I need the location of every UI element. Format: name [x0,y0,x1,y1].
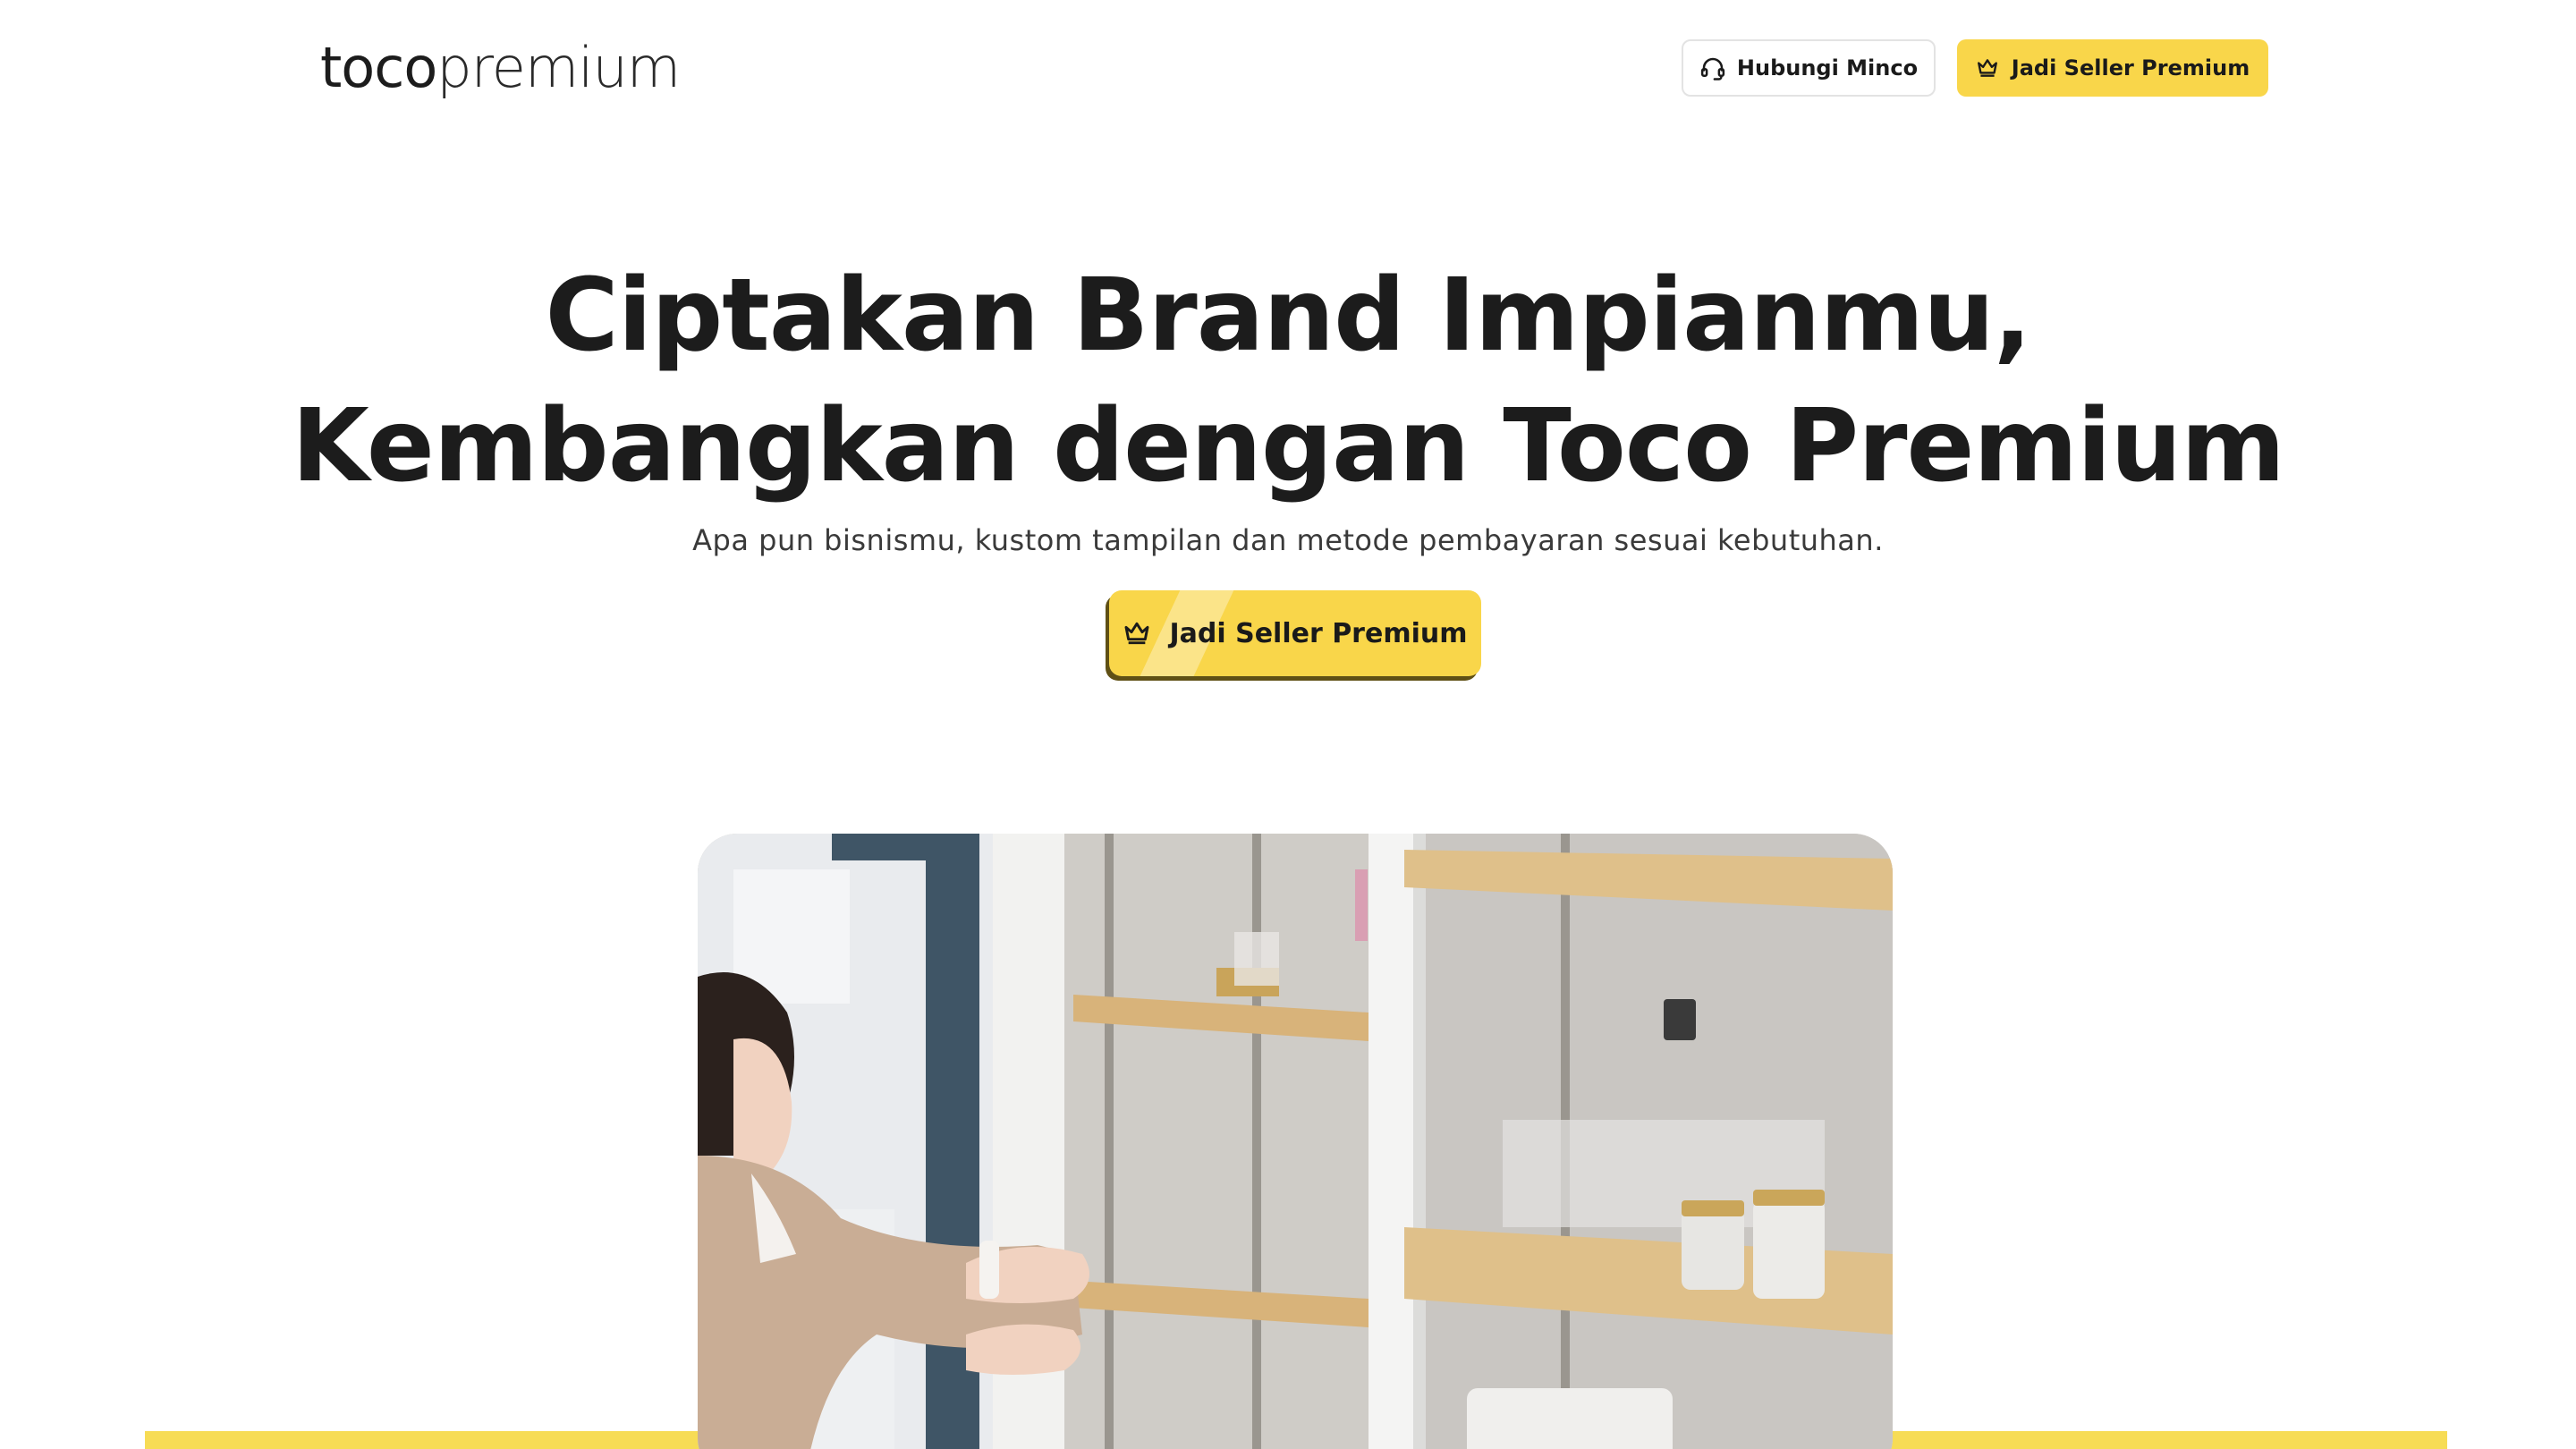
hero-title-line-2: Kembangkan dengan Toco Premium [292,388,2285,504]
contact-minco-button[interactable]: Hubungi Minco [1682,39,1936,97]
hero-become-premium-seller-button[interactable]: Jadi Seller Premium [1109,590,1481,676]
top-header: tocopremium Hubungi Minco Jadi Seller Pr… [0,0,2576,134]
hero-subtitle: Apa pun bisnismu, kustom tampilan dan me… [692,523,1884,557]
hero-photo [698,834,1893,1449]
contact-minco-label: Hubungi Minco [1736,55,1919,80]
become-premium-seller-label: Jadi Seller Premium [2011,55,2250,80]
crown-icon [1976,56,1999,80]
headset-icon [1699,55,1726,81]
logo-text-premium: premium [436,35,681,100]
logo-text-toco: toco [320,35,437,100]
page: tocopremium Hubungi Minco Jadi Seller Pr… [0,0,2576,1449]
hero-cta-label: Jadi Seller Premium [1169,617,1468,649]
toco-premium-logo[interactable]: tocopremium [320,32,681,104]
crown-icon [1123,619,1151,648]
hero-title: Ciptakan Brand Impianmu, Kembangkan deng… [0,250,2576,512]
hero-title-line-1: Ciptakan Brand Impianmu, [545,258,2032,374]
hero-button-content: Jadi Seller Premium [1123,617,1468,649]
become-premium-seller-button[interactable]: Jadi Seller Premium [1957,39,2268,97]
